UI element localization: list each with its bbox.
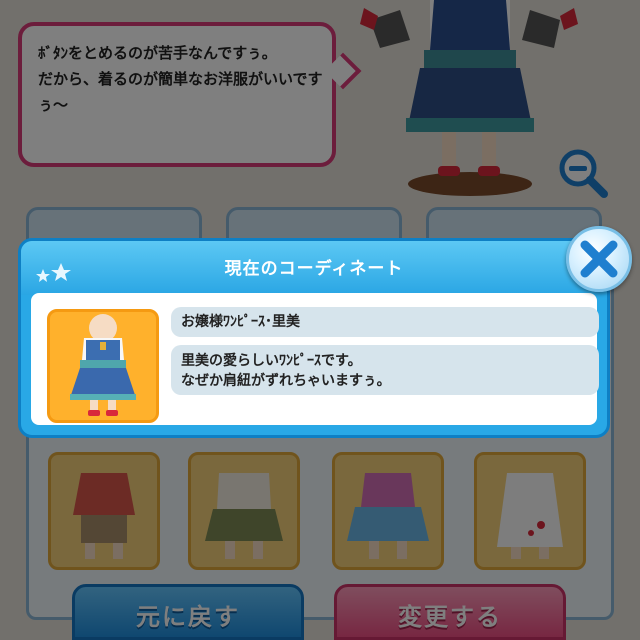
coordinate-thumbnail [47, 309, 159, 423]
item-description: 里美の愛らしいﾜﾝﾋﾟｰｽです。 なぜか肩紐がずれちゃいますぅ。 [171, 345, 599, 395]
dressing-room-screen: ﾎﾞﾀﾝをとめるのが苦手なんですぅ。 だから、着るのが簡単なお洋服がいいですぅ〜 [0, 0, 640, 640]
dress-thumbnail-image [70, 314, 136, 416]
current-coordinate-modal: 現在のコーディネート お嬢様ﾜﾝﾋﾟｰｽ･里美 里美の愛らしいﾜﾝﾋﾟｰｽです。… [18, 238, 610, 438]
modal-body: お嬢様ﾜﾝﾋﾟｰｽ･里美 里美の愛らしいﾜﾝﾋﾟｰｽです。 なぜか肩紐がずれちゃ… [31, 293, 599, 425]
close-button[interactable] [566, 226, 632, 292]
modal-title: 現在のコーディネート [224, 259, 404, 279]
item-name: お嬢様ﾜﾝﾋﾟｰｽ･里美 [171, 307, 599, 337]
modal-header: 現在のコーディネート [21, 241, 607, 295]
close-x-icon [580, 240, 618, 278]
